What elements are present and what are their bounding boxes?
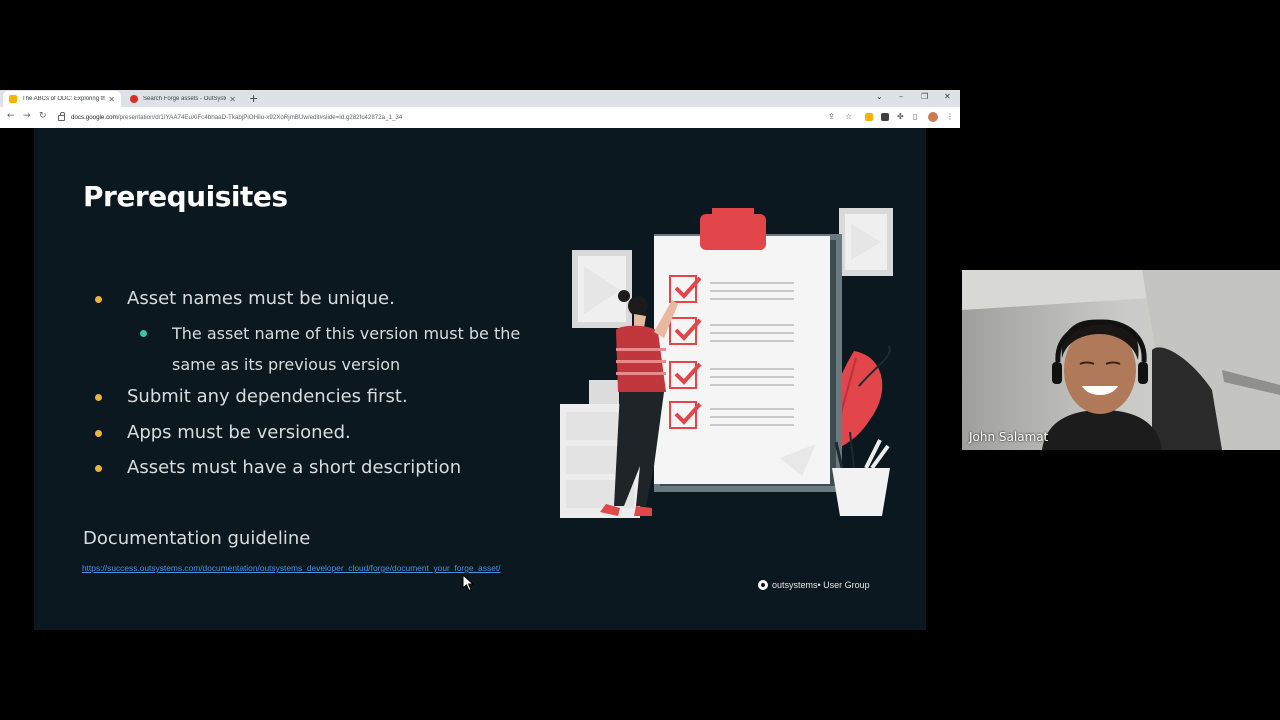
tab-strip: The ABCs of ODC: Exploring the ✕ Search … [0, 90, 960, 107]
bullet-text: Apps must be versioned. [127, 422, 351, 443]
participant-name: John Salamat [969, 430, 1049, 444]
brand-suffix: • User Group [817, 580, 870, 590]
reload-icon[interactable]: ↻ [39, 111, 47, 121]
bullet-text: Assets must have a short description [127, 457, 462, 478]
address-bar[interactable]: docs.google.com/presentation/d/1IYAA74Eu… [54, 110, 854, 125]
tab-forge-search[interactable]: Search Forge assets - OutSyste ✕ [124, 91, 242, 107]
new-tab-button[interactable]: + [249, 92, 258, 105]
url-path: /presentation/d/1IYAA74EuXiFc4bhaaD-Tkab… [117, 114, 403, 121]
menu-kebab-icon[interactable]: ⋮ [946, 112, 954, 121]
browser-toolbar: ← → ↻ docs.google.com/presentation/d/1IY… [0, 107, 960, 128]
brand-name: outsystems [772, 580, 818, 590]
bullet-dot-icon [140, 330, 147, 337]
bullet-item: Apps must be versioned. [95, 422, 351, 443]
bullet-text: Submit any dependencies first. [127, 386, 408, 407]
bullet-text-line: same as its previous version [172, 355, 401, 374]
sub-bullet-item: The asset name of this version must be t… [140, 318, 521, 380]
extensions-puzzle-icon[interactable]: ✤ [897, 112, 904, 121]
bullet-text-line: The asset name of this version must be t… [172, 324, 521, 343]
url-text: docs.google.com/presentation/d/1IYAA74Eu… [71, 114, 402, 121]
mouse-cursor-icon [462, 574, 475, 592]
browser-window: The ABCs of ODC: Exploring the ✕ Search … [0, 90, 960, 128]
profile-avatar[interactable] [928, 112, 938, 122]
extension-icon[interactable] [881, 113, 889, 121]
bullet-text: Asset names must be unique. [127, 288, 395, 309]
forward-icon[interactable]: → [23, 111, 31, 121]
brand-footer: outsystems • User Group [758, 580, 870, 590]
bookmark-star-icon[interactable]: ☆ [845, 112, 852, 121]
extension-icon[interactable] [865, 113, 873, 121]
tab-search-icon[interactable]: ⌄ [876, 92, 883, 101]
side-panel-icon[interactable]: ▯ [913, 112, 917, 121]
tab-close-icon[interactable]: ✕ [108, 95, 115, 104]
slides-favicon-icon [9, 95, 17, 103]
checklist-illustration [560, 208, 893, 518]
outsystems-favicon-icon [130, 95, 138, 103]
documentation-link[interactable]: https://success.outsystems.com/documenta… [82, 563, 501, 573]
tab-presentation[interactable]: The ABCs of ODC: Exploring the ✕ [3, 91, 121, 107]
bullet-dot-icon [95, 296, 102, 303]
back-icon[interactable]: ← [7, 111, 15, 121]
tab-close-icon[interactable]: ✕ [229, 95, 236, 104]
slide: Prerequisites Asset names must be unique… [34, 128, 926, 630]
slide-title: Prerequisites [83, 180, 288, 213]
close-window-icon[interactable]: ✕ [944, 92, 951, 101]
lock-icon [58, 111, 65, 121]
tab-label: The ABCs of ODC: Exploring the [22, 96, 106, 102]
restore-icon[interactable]: ❐ [921, 92, 928, 101]
bullet-item: Assets must have a short description [95, 457, 462, 478]
bullet-dot-icon [95, 394, 102, 401]
documentation-heading: Documentation guideline [83, 528, 311, 549]
bullet-item: Submit any dependencies first. [95, 386, 408, 407]
outsystems-logo-icon [758, 580, 768, 590]
minimize-icon[interactable]: – [899, 92, 903, 101]
webcam-feed [962, 270, 1280, 450]
share-icon[interactable]: ⇪ [828, 112, 835, 121]
tab-label: Search Forge assets - OutSyste [143, 96, 227, 102]
bullet-dot-icon [95, 465, 102, 472]
bullet-dot-icon [95, 430, 102, 437]
url-host: docs.google.com [71, 114, 118, 121]
webcam-video [962, 270, 1280, 450]
bullet-item: Asset names must be unique. [95, 288, 395, 309]
